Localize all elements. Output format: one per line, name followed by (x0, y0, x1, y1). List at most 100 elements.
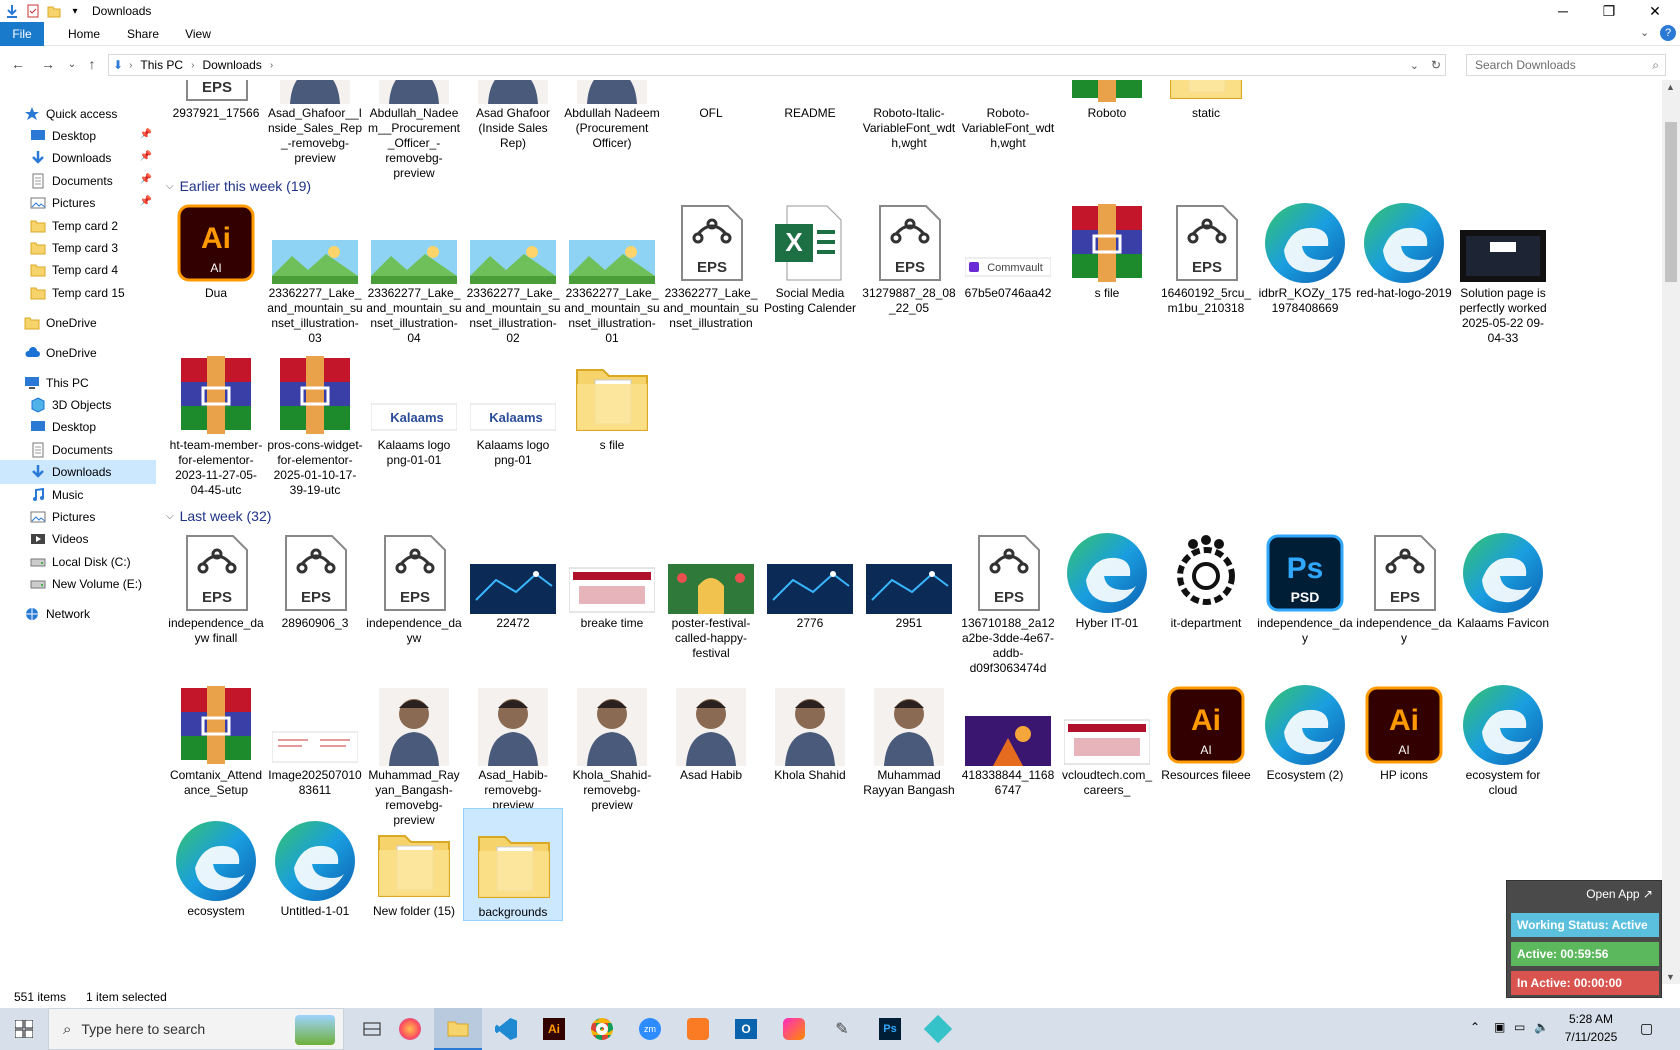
xampp-icon[interactable] (674, 1008, 722, 1050)
file-item[interactable]: Roboto (1057, 80, 1157, 121)
breadcrumb-downloads[interactable]: Downloads (202, 58, 261, 72)
file-item[interactable]: EPS independence_dayw (364, 520, 464, 646)
taskbar-clock[interactable]: 5:28 AM 7/11/2025 (1556, 1010, 1626, 1048)
file-item[interactable]: Asad_Ghafoor__Inside_Sales_Rep_-removebg… (265, 80, 365, 166)
minimize-button[interactable]: ─ (1540, 0, 1586, 22)
file-item[interactable]: 23362277_Lake_and_mountain_sunset_illust… (265, 190, 365, 346)
pen-tool-icon[interactable]: ✎ (818, 1008, 866, 1050)
tray-chevron-up-icon[interactable]: ⌃ (1470, 1020, 1480, 1034)
file-item[interactable]: EPS 31279887_28_08_22_05 (859, 190, 959, 316)
outlook-icon[interactable]: O (722, 1008, 770, 1050)
sidebar-item-temp-card-2[interactable]: Temp card 2 (0, 214, 156, 238)
vertical-scrollbar[interactable]: ▲ ▼ (1662, 80, 1680, 984)
file-item[interactable]: 2776 (760, 520, 860, 631)
sidebar-item-pictures[interactable]: Pictures (0, 505, 156, 529)
file-item[interactable]: it-department (1156, 520, 1256, 631)
file-item[interactable]: vcloudtech.com_careers_ (1057, 672, 1157, 798)
sidebar-item-temp-card-15[interactable]: Temp card 15 (0, 281, 156, 305)
address-bar[interactable]: ⬇ › This PC › Downloads › ⌄ ↻ (108, 54, 1446, 76)
recent-dropdown-icon[interactable]: ⌄ (62, 54, 82, 74)
forward-arrow-icon[interactable]: → (38, 54, 58, 74)
sidebar-item-new-volume-e[interactable]: New Volume (E:) (0, 572, 156, 596)
file-item[interactable]: Khola Shahid (760, 672, 860, 783)
file-item[interactable]: breake time (562, 520, 662, 631)
sidebar-item-pictures[interactable]: Pictures 📌 (0, 191, 156, 215)
file-explorer-icon[interactable] (434, 1008, 482, 1050)
file-item[interactable]: Kalaams Kalaams logo png-01-01 (364, 342, 464, 468)
file-item[interactable]: EPS independence_dayw finall (166, 520, 266, 646)
file-item[interactable]: Comtanix_Attendance_Setup (166, 672, 266, 798)
scroll-down-icon[interactable]: ▼ (1666, 972, 1675, 982)
file-item[interactable]: static (1156, 80, 1256, 121)
creative-cloud-icon[interactable] (770, 1008, 818, 1050)
file-item[interactable]: EPS 16460192_5rcu_m1bu_210318 (1156, 190, 1256, 316)
file-item[interactable]: EPS 2937921_17566 (166, 80, 266, 121)
file-item[interactable]: 418338844_11686747 (958, 672, 1058, 798)
sidebar-item-videos[interactable]: Videos (0, 527, 156, 551)
file-item[interactable]: ecosystem (166, 808, 266, 919)
file-item[interactable]: EPS 136710188_2a12a2be-3dde-4e67-addb-d09… (958, 520, 1058, 676)
restore-button[interactable]: ❐ (1586, 0, 1632, 22)
file-item[interactable]: Image20250701083611 (265, 672, 365, 798)
file-item[interactable]: 23362277_Lake_and_mountain_sunset_illust… (562, 190, 662, 346)
file-item[interactable]: Muhammad_Rayyan_Bangash-removebg-preview (364, 672, 464, 828)
tab-share[interactable]: Share (120, 22, 166, 46)
file-item[interactable]: Asad Habib (661, 672, 761, 783)
notifications-icon[interactable]: ▢ (1640, 1020, 1653, 1037)
sidebar-item-documents[interactable]: Documents 📌 (0, 169, 156, 193)
taskbar-search-input[interactable]: ⌕ Type here to search (48, 1008, 344, 1050)
file-item[interactable]: README (760, 80, 860, 121)
file-item[interactable]: ht-team-member-for-elementor-2023-11-27-… (166, 342, 266, 498)
sidebar-item-this-pc[interactable]: This PC (0, 371, 156, 395)
tray-app-icon[interactable]: ▣ (1494, 1020, 1505, 1034)
file-item[interactable]: Solution page is perfectly worked 2025-0… (1453, 190, 1553, 346)
start-button[interactable] (0, 1008, 48, 1050)
file-item[interactable]: Roboto-VariableFont_wdth,wght (958, 80, 1058, 151)
up-arrow-icon[interactable]: ↑ (82, 54, 102, 74)
customize-dropdown-icon[interactable]: ▾ (66, 2, 84, 20)
chrome-icon[interactable] (578, 1008, 626, 1050)
file-item[interactable]: 22472 (463, 520, 563, 631)
photoshop-icon[interactable]: Ps (866, 1008, 914, 1050)
sidebar-item-quick-access[interactable]: Quick access (0, 102, 156, 126)
file-item[interactable]: X Social Media Posting Calender (760, 190, 860, 316)
firefox-icon[interactable] (386, 1008, 434, 1050)
scroll-up-icon[interactable]: ▲ (1666, 82, 1675, 92)
file-item[interactable]: Ai AI Resources fileee (1156, 672, 1256, 783)
ribbon-expand-icon[interactable]: ⌄ (1640, 26, 1649, 39)
file-item[interactable]: Khola_Shahid-removebg-preview (562, 672, 662, 813)
volume-icon[interactable]: 🔈 (1534, 1020, 1549, 1034)
file-item[interactable]: red-hat-logo-2019 (1354, 190, 1454, 301)
file-item[interactable]: ecosystem for cloud (1453, 672, 1553, 798)
sidebar-item-temp-card-4[interactable]: Temp card 4 (0, 258, 156, 282)
sidebar-item-downloads[interactable]: Downloads (0, 460, 156, 484)
file-item[interactable]: 23362277_Lake_and_mountain_sunset_illust… (463, 190, 563, 346)
properties-icon[interactable] (24, 2, 42, 20)
file-item[interactable]: pros-cons-widget-for-elementor-2025-01-1… (265, 342, 365, 498)
file-item[interactable]: 23362277_Lake_and_mountain_sunset_illust… (364, 190, 464, 346)
sidebar-item-onedrive[interactable]: OneDrive (0, 341, 156, 365)
sidebar-item-music[interactable]: Music (0, 483, 156, 507)
file-item[interactable]: Hyber IT-01 (1057, 520, 1157, 631)
file-item[interactable]: Roboto-Italic-VariableFont_wdth,wght (859, 80, 959, 151)
file-item[interactable]: EPS 23362277_Lake_and_mountain_sunset_ill… (661, 190, 761, 331)
file-item[interactable]: Kalaams Kalaams logo png-01 (463, 342, 563, 468)
close-button[interactable]: ✕ (1632, 0, 1678, 22)
vscode-icon[interactable] (482, 1008, 530, 1050)
file-item[interactable]: Commvault 67b5e0746aa42 (958, 190, 1058, 301)
zoom-icon[interactable]: zm (626, 1008, 674, 1050)
tab-home[interactable]: Home (62, 22, 106, 46)
download-arrow-icon[interactable] (3, 2, 21, 20)
file-item[interactable]: s file (1057, 190, 1157, 301)
scrollbar-thumb[interactable] (1665, 122, 1677, 282)
tracker-app-icon[interactable] (914, 1008, 962, 1050)
sidebar-item-downloads[interactable]: Downloads 📌 (0, 146, 156, 170)
sidebar-item-onedrive[interactable]: OneDrive (0, 311, 156, 335)
file-item[interactable]: Asad Ghafoor (Inside Sales Rep) (463, 80, 563, 151)
file-item[interactable]: Abdullah Nadeem (Procurement Officer) (562, 80, 662, 151)
tab-file[interactable]: File (0, 22, 44, 46)
file-item[interactable]: Ps PSD independence_day (1255, 520, 1355, 646)
search-input[interactable]: Search Downloads ⌕ (1466, 54, 1666, 76)
file-item[interactable]: Muhammad Rayyan Bangash (859, 672, 959, 798)
file-item[interactable]: Ai AI HP icons (1354, 672, 1454, 783)
